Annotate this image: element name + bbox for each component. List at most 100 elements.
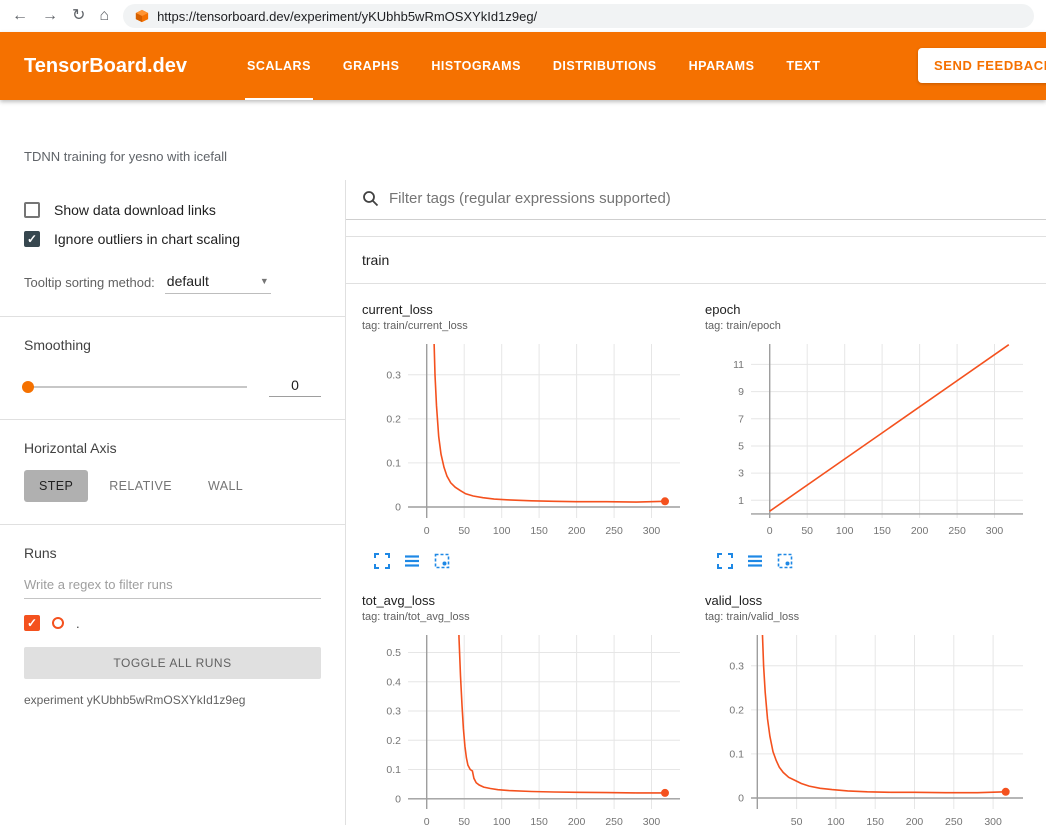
svg-text:0.5: 0.5: [386, 647, 401, 659]
tab-distributions[interactable]: DISTRIBUTIONS: [537, 32, 673, 100]
subheader: TDNN training for yesno with icefall: [0, 100, 1046, 180]
filter-tags-input[interactable]: [389, 190, 1030, 207]
svg-text:300: 300: [984, 816, 1002, 825]
svg-text:7: 7: [738, 413, 744, 425]
ignore-outliers-checkbox[interactable]: ✓ Ignore outliers in chart scaling: [24, 231, 321, 247]
svg-text:150: 150: [873, 525, 891, 537]
train-group-header[interactable]: train: [346, 237, 1046, 284]
svg-text:50: 50: [801, 525, 813, 537]
back-icon[interactable]: ←: [12, 8, 28, 24]
chart-toolbar: [362, 553, 697, 569]
chart-tag: tag: train/valid_loss: [705, 611, 1040, 623]
nav-tabs: SCALARS GRAPHS HISTOGRAMS DISTRIBUTIONS …: [231, 32, 836, 100]
svg-text:250: 250: [605, 525, 623, 537]
run-checkbox-icon[interactable]: ✓: [24, 615, 40, 631]
svg-text:50: 50: [791, 816, 803, 825]
expand-chart-icon[interactable]: [717, 553, 733, 569]
tab-histograms[interactable]: HISTOGRAMS: [415, 32, 537, 100]
svg-text:200: 200: [568, 816, 586, 825]
svg-text:3: 3: [738, 468, 744, 480]
svg-text:300: 300: [643, 816, 661, 825]
tab-graphs[interactable]: GRAPHS: [327, 32, 415, 100]
home-icon[interactable]: ⌂: [99, 8, 109, 24]
send-feedback-button[interactable]: SEND FEEDBACK: [918, 48, 1046, 83]
runs-list-icon[interactable]: [404, 553, 420, 569]
chart-tag: tag: train/epoch: [705, 320, 1040, 332]
svg-text:0: 0: [767, 525, 773, 537]
svg-text:0.1: 0.1: [729, 748, 744, 760]
run-row[interactable]: ✓ .: [24, 615, 321, 631]
show-download-links-checkbox[interactable]: Show data download links: [24, 202, 321, 218]
chart-tag: tag: train/tot_avg_loss: [362, 611, 697, 623]
line-chart[interactable]: 00.10.20.350100150200250300: [705, 629, 1040, 825]
svg-text:0.1: 0.1: [386, 457, 401, 469]
svg-text:100: 100: [493, 525, 511, 537]
content: Show data download links ✓ Ignore outlie…: [0, 180, 1046, 825]
run-name: .: [76, 616, 80, 631]
forward-icon[interactable]: →: [42, 8, 58, 24]
train-group-card: train current_loss tag: train/current_lo…: [346, 236, 1046, 825]
svg-text:0.1: 0.1: [386, 764, 401, 776]
axis-wall-button[interactable]: WALL: [193, 470, 258, 502]
tab-scalars[interactable]: SCALARS: [231, 32, 327, 100]
search-icon: [362, 190, 379, 207]
slider-thumb[interactable]: [22, 381, 34, 393]
filter-tags-row: [346, 180, 1046, 220]
toggle-all-runs-button[interactable]: TOGGLE ALL RUNS: [24, 647, 321, 679]
sidebar: Show data download links ✓ Ignore outlie…: [0, 180, 346, 825]
tab-hparams[interactable]: HPARAMS: [673, 32, 771, 100]
sidebar-divider: [0, 316, 345, 317]
svg-text:0: 0: [395, 502, 401, 514]
tooltip-sorting-select[interactable]: default ▼: [165, 271, 271, 294]
smoothing-label: Smoothing: [24, 337, 321, 353]
svg-text:250: 250: [605, 816, 623, 825]
chart-title: tot_avg_loss: [362, 593, 697, 608]
svg-text:0: 0: [424, 816, 430, 825]
chart-card-current-loss: current_loss tag: train/current_loss 0 0.…: [362, 302, 697, 569]
app-header: TensorBoard.dev SCALARS GRAPHS HISTOGRAM…: [0, 32, 1046, 100]
chart-title: current_loss: [362, 302, 697, 317]
svg-text:100: 100: [836, 525, 854, 537]
svg-text:0: 0: [424, 525, 430, 537]
fit-domain-icon[interactable]: [777, 553, 793, 569]
checkbox-icon[interactable]: [24, 202, 40, 218]
fit-domain-icon[interactable]: [434, 553, 450, 569]
chart-card-valid-loss: valid_loss tag: train/valid_loss 00.10.2…: [705, 593, 1040, 825]
svg-text:0: 0: [738, 793, 744, 805]
checkbox-checked-icon[interactable]: ✓: [24, 231, 40, 247]
tab-text[interactable]: TEXT: [770, 32, 836, 100]
svg-text:9: 9: [738, 386, 744, 398]
svg-text:0.2: 0.2: [729, 704, 744, 716]
runs-filter-input[interactable]: [24, 569, 321, 599]
svg-text:100: 100: [827, 816, 845, 825]
line-chart[interactable]: 00.10.20.3050100150200250300: [362, 338, 697, 549]
line-chart[interactable]: 1357911050100150200250300: [705, 338, 1040, 549]
horizontal-axis-label: Horizontal Axis: [24, 440, 321, 456]
svg-text:300: 300: [643, 525, 661, 537]
chart-tag: tag: train/current_loss: [362, 320, 697, 332]
line-chart-svg: 00.10.20.350100150200250300: [705, 629, 1035, 825]
charts-grid: current_loss tag: train/current_loss 0 0.…: [346, 284, 1046, 825]
line-chart-svg: 00.10.20.3050100150200250300: [362, 338, 692, 544]
svg-text:0.2: 0.2: [386, 735, 401, 747]
chart-card-epoch: epoch tag: train/epoch 13579110501001502…: [705, 302, 1040, 569]
svg-text:150: 150: [530, 525, 548, 537]
tooltip-sorting-row: Tooltip sorting method: default ▼: [24, 271, 321, 294]
smoothing-value[interactable]: 0: [269, 377, 321, 397]
chevron-down-icon: ▼: [260, 276, 269, 286]
chart-toolbar: [705, 553, 1040, 569]
line-chart-svg: 00.10.20.30.40.5050100150200250300: [362, 629, 692, 825]
smoothing-slider[interactable]: [24, 386, 247, 388]
refresh-icon[interactable]: ↻: [72, 8, 85, 24]
horizontal-axis-buttons: STEP RELATIVE WALL: [24, 470, 321, 502]
runs-list-icon[interactable]: [747, 553, 763, 569]
line-chart[interactable]: 00.10.20.30.40.5050100150200250300: [362, 629, 697, 825]
address-bar[interactable]: https://tensorboard.dev/experiment/yKUbh…: [123, 4, 1034, 28]
svg-text:200: 200: [911, 525, 929, 537]
axis-step-button[interactable]: STEP: [24, 470, 88, 502]
svg-text:150: 150: [866, 816, 884, 825]
svg-text:50: 50: [458, 525, 470, 537]
expand-chart-icon[interactable]: [374, 553, 390, 569]
main-panel: train current_loss tag: train/current_lo…: [346, 180, 1046, 825]
axis-relative-button[interactable]: RELATIVE: [94, 470, 187, 502]
